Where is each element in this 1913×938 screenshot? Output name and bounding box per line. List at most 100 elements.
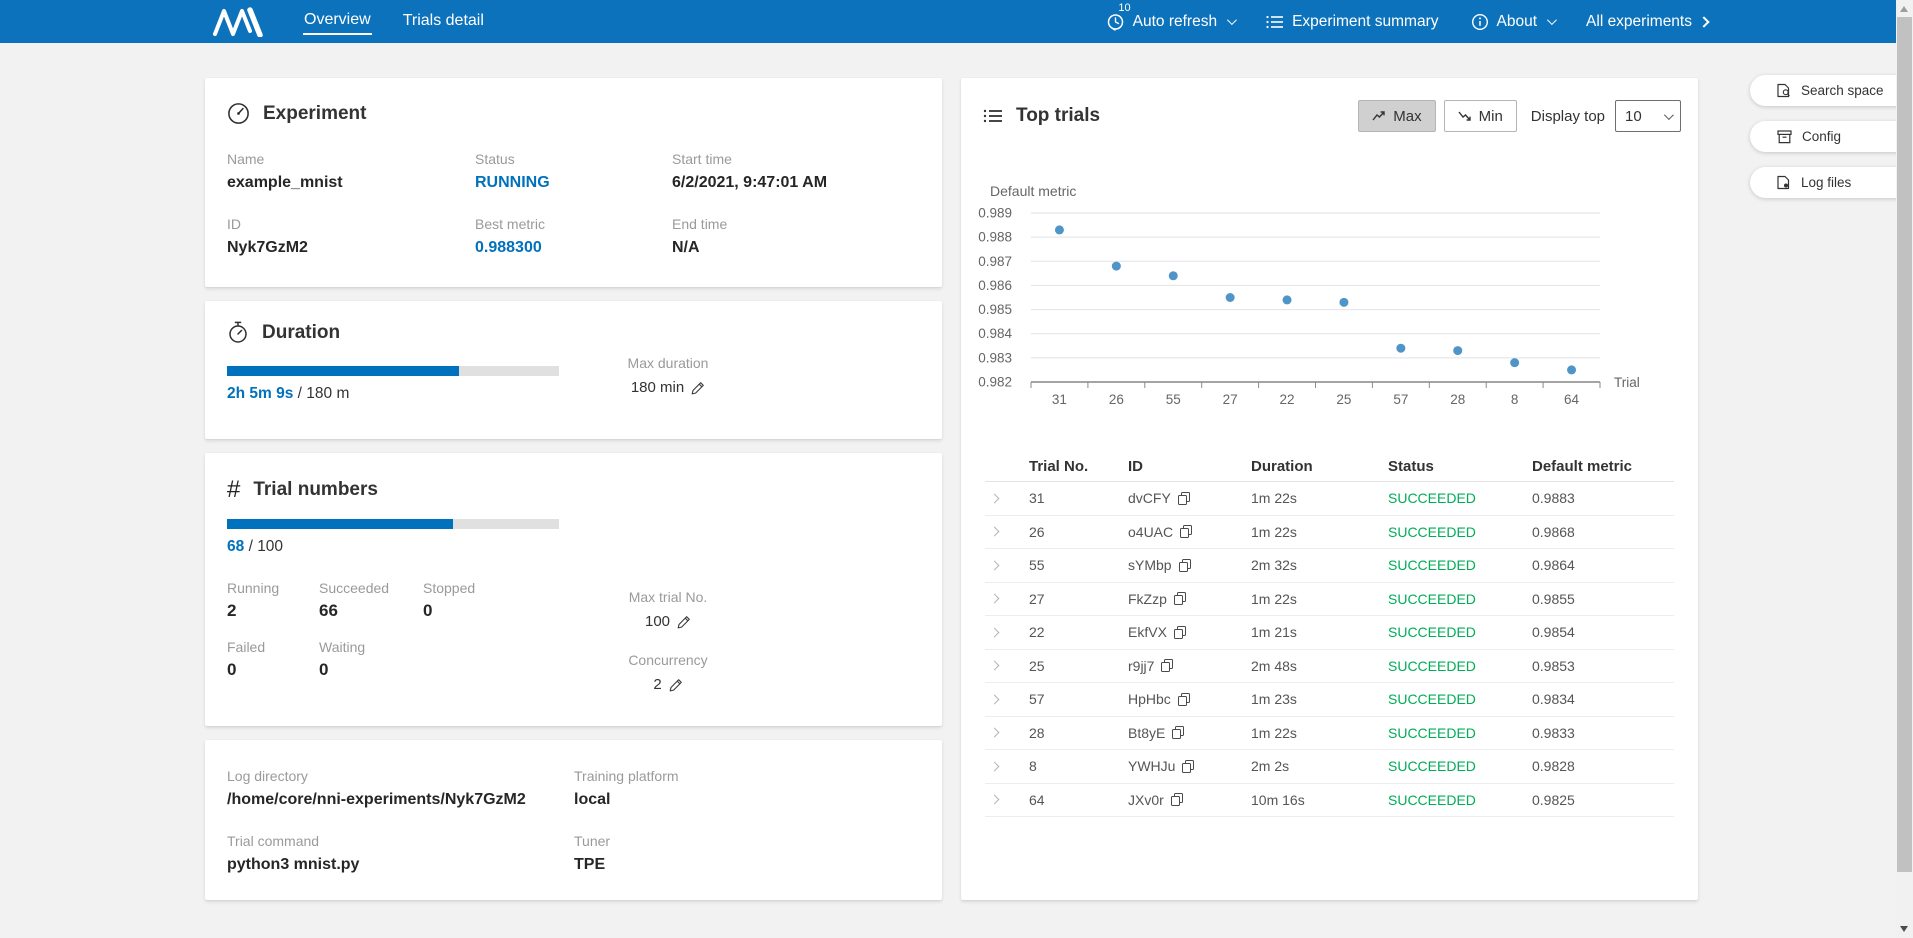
table-row[interactable]: 22EkfVX1m 21sSUCCEEDED0.9854 bbox=[985, 616, 1674, 650]
edit-pencil-icon[interactable] bbox=[669, 678, 683, 692]
trial-metric-cell: 0.9883 bbox=[1532, 490, 1674, 506]
field-label: Tuner bbox=[574, 833, 920, 849]
edit-pencil-icon[interactable] bbox=[677, 615, 691, 629]
trial-id-cell: r9jj7 bbox=[1128, 658, 1251, 674]
trial-stats-grid: Running 2 Succeeded 66 Stopped 0 Failed … bbox=[227, 580, 920, 680]
duration-progress-fill bbox=[227, 366, 459, 376]
chevron-right-icon[interactable] bbox=[990, 627, 1000, 637]
chevron-right-icon[interactable] bbox=[990, 795, 1000, 805]
log-files-button[interactable]: Log files bbox=[1750, 167, 1913, 198]
field-start-time: Start time 6/2/2021, 9:47:01 AM bbox=[672, 151, 920, 192]
duration-elapsed: 2h 5m 9s bbox=[227, 385, 293, 402]
expand-row-cell bbox=[985, 729, 1029, 736]
table-row[interactable]: 64JXv0r10m 16sSUCCEEDED0.9825 bbox=[985, 784, 1674, 818]
scatter-point bbox=[1510, 358, 1519, 367]
chevron-right-icon[interactable] bbox=[990, 527, 1000, 537]
best-metric-value[interactable]: 0.988300 bbox=[475, 239, 672, 257]
copy-icon[interactable] bbox=[1174, 626, 1186, 639]
scatter-point bbox=[1112, 262, 1121, 271]
copy-icon[interactable] bbox=[1172, 726, 1184, 739]
table-row[interactable]: 31dvCFY1m 22sSUCCEEDED0.9883 bbox=[985, 482, 1674, 516]
chevron-right-icon[interactable] bbox=[990, 694, 1000, 704]
all-experiments-label: All experiments bbox=[1586, 13, 1692, 31]
copy-icon[interactable] bbox=[1174, 592, 1186, 605]
chevron-right-icon[interactable] bbox=[990, 594, 1000, 604]
config-button[interactable]: Config bbox=[1750, 121, 1913, 152]
all-experiments-link[interactable]: All experiments bbox=[1586, 13, 1708, 31]
copy-icon[interactable] bbox=[1178, 492, 1190, 505]
table-row[interactable]: 26o4UAC1m 22sSUCCEEDED0.9868 bbox=[985, 516, 1674, 550]
status-badge: RUNNING bbox=[475, 174, 672, 192]
top-trials-card: Top trials Max Min Display top 10 bbox=[961, 78, 1698, 900]
top-trials-title: Top trials bbox=[983, 105, 1100, 127]
field-value: Nyk7GzM2 bbox=[227, 239, 475, 257]
expand-row-cell bbox=[985, 763, 1029, 770]
scatter-point bbox=[1169, 271, 1178, 280]
chevron-right-icon[interactable] bbox=[990, 560, 1000, 570]
y-tick-label: 0.987 bbox=[978, 254, 1012, 269]
copy-icon[interactable] bbox=[1178, 693, 1190, 706]
chevron-right-icon[interactable] bbox=[990, 761, 1000, 771]
min-button[interactable]: Min bbox=[1444, 100, 1517, 132]
copy-icon[interactable] bbox=[1161, 659, 1173, 672]
chart-ylabel: Default metric bbox=[990, 183, 1076, 199]
experiment-card: Experiment Name example_mnist Status RUN… bbox=[205, 78, 942, 287]
log-files-icon bbox=[1777, 175, 1791, 190]
copy-icon[interactable] bbox=[1179, 559, 1191, 572]
table-row[interactable]: 25r9jj72m 48sSUCCEEDED0.9853 bbox=[985, 650, 1674, 684]
expand-row-cell bbox=[985, 629, 1029, 636]
tab-trials-detail[interactable]: Trials detail bbox=[402, 9, 485, 34]
copy-icon[interactable] bbox=[1171, 793, 1183, 806]
top-trials-title-text: Top trials bbox=[1016, 105, 1100, 127]
display-top-dropdown[interactable]: 10 bbox=[1615, 100, 1681, 132]
search-space-button[interactable]: Search space bbox=[1750, 75, 1913, 106]
tab-overview[interactable]: Overview bbox=[303, 8, 372, 35]
table-row[interactable]: 57HpHbc1m 23sSUCCEEDED0.9834 bbox=[985, 683, 1674, 717]
top-trials-header: Top trials Max Min Display top 10 bbox=[961, 78, 1698, 132]
about-menu[interactable]: About bbox=[1471, 13, 1555, 31]
table-row[interactable]: 8YWHJu2m 2sSUCCEEDED0.9828 bbox=[985, 750, 1674, 784]
x-tick-label: 64 bbox=[1564, 392, 1580, 407]
trial-duration-cell: 1m 22s bbox=[1251, 591, 1388, 607]
log-files-label: Log files bbox=[1801, 175, 1851, 190]
top-navbar: Overview Trials detail 10 Auto refresh bbox=[0, 0, 1913, 43]
edit-pencil-icon[interactable] bbox=[691, 381, 705, 395]
scrollbar-thumb[interactable] bbox=[1897, 17, 1912, 872]
trial-id-cell: sYMbp bbox=[1128, 557, 1251, 573]
trial-status-cell: SUCCEEDED bbox=[1388, 658, 1532, 674]
x-tick-label: 8 bbox=[1511, 392, 1519, 407]
copy-icon[interactable] bbox=[1180, 525, 1192, 538]
trial-metric-cell: 0.9853 bbox=[1532, 658, 1674, 674]
chevron-right-icon[interactable] bbox=[990, 493, 1000, 503]
field-training-platform: Training platform local bbox=[574, 768, 920, 809]
chevron-right-icon[interactable] bbox=[990, 728, 1000, 738]
chevron-right-icon bbox=[1698, 16, 1709, 27]
duration-separator: / bbox=[298, 385, 302, 402]
copy-icon[interactable] bbox=[1182, 760, 1194, 773]
trial-metric-cell: 0.9825 bbox=[1532, 792, 1674, 808]
table-row[interactable]: 28Bt8yE1m 22sSUCCEEDED0.9833 bbox=[985, 717, 1674, 751]
field-label: ID bbox=[227, 216, 475, 232]
scrollbar-down-arrow-icon[interactable] bbox=[1900, 926, 1908, 932]
scrollbar-up-arrow-icon[interactable] bbox=[1900, 6, 1908, 12]
window-scrollbar[interactable] bbox=[1896, 0, 1913, 938]
experiment-summary-button[interactable]: Experiment summary bbox=[1266, 13, 1438, 31]
chevron-right-icon[interactable] bbox=[990, 661, 1000, 671]
field-id: ID Nyk7GzM2 bbox=[227, 216, 475, 257]
trial-no-cell: 22 bbox=[1029, 624, 1128, 640]
config-fields: Log directory /home/core/nni-experiments… bbox=[227, 768, 920, 874]
field-label: End time bbox=[672, 216, 920, 232]
header-trial-no: Trial No. bbox=[1029, 458, 1128, 475]
trials-total: 100 bbox=[257, 538, 283, 555]
gauge-icon bbox=[227, 102, 250, 125]
y-tick-label: 0.989 bbox=[978, 206, 1012, 221]
duration-progress-track bbox=[227, 366, 559, 376]
x-tick-label: 26 bbox=[1109, 392, 1124, 407]
trial-id-cell: HpHbc bbox=[1128, 691, 1251, 707]
expand-row-cell bbox=[985, 662, 1029, 669]
auto-refresh-menu[interactable]: 10 Auto refresh bbox=[1106, 12, 1234, 31]
trial-duration-cell: 2m 2s bbox=[1251, 758, 1388, 774]
table-row[interactable]: 27FkZzp1m 22sSUCCEEDED0.9855 bbox=[985, 583, 1674, 617]
table-row[interactable]: 55sYMbp2m 32sSUCCEEDED0.9864 bbox=[985, 549, 1674, 583]
max-button[interactable]: Max bbox=[1358, 100, 1435, 132]
